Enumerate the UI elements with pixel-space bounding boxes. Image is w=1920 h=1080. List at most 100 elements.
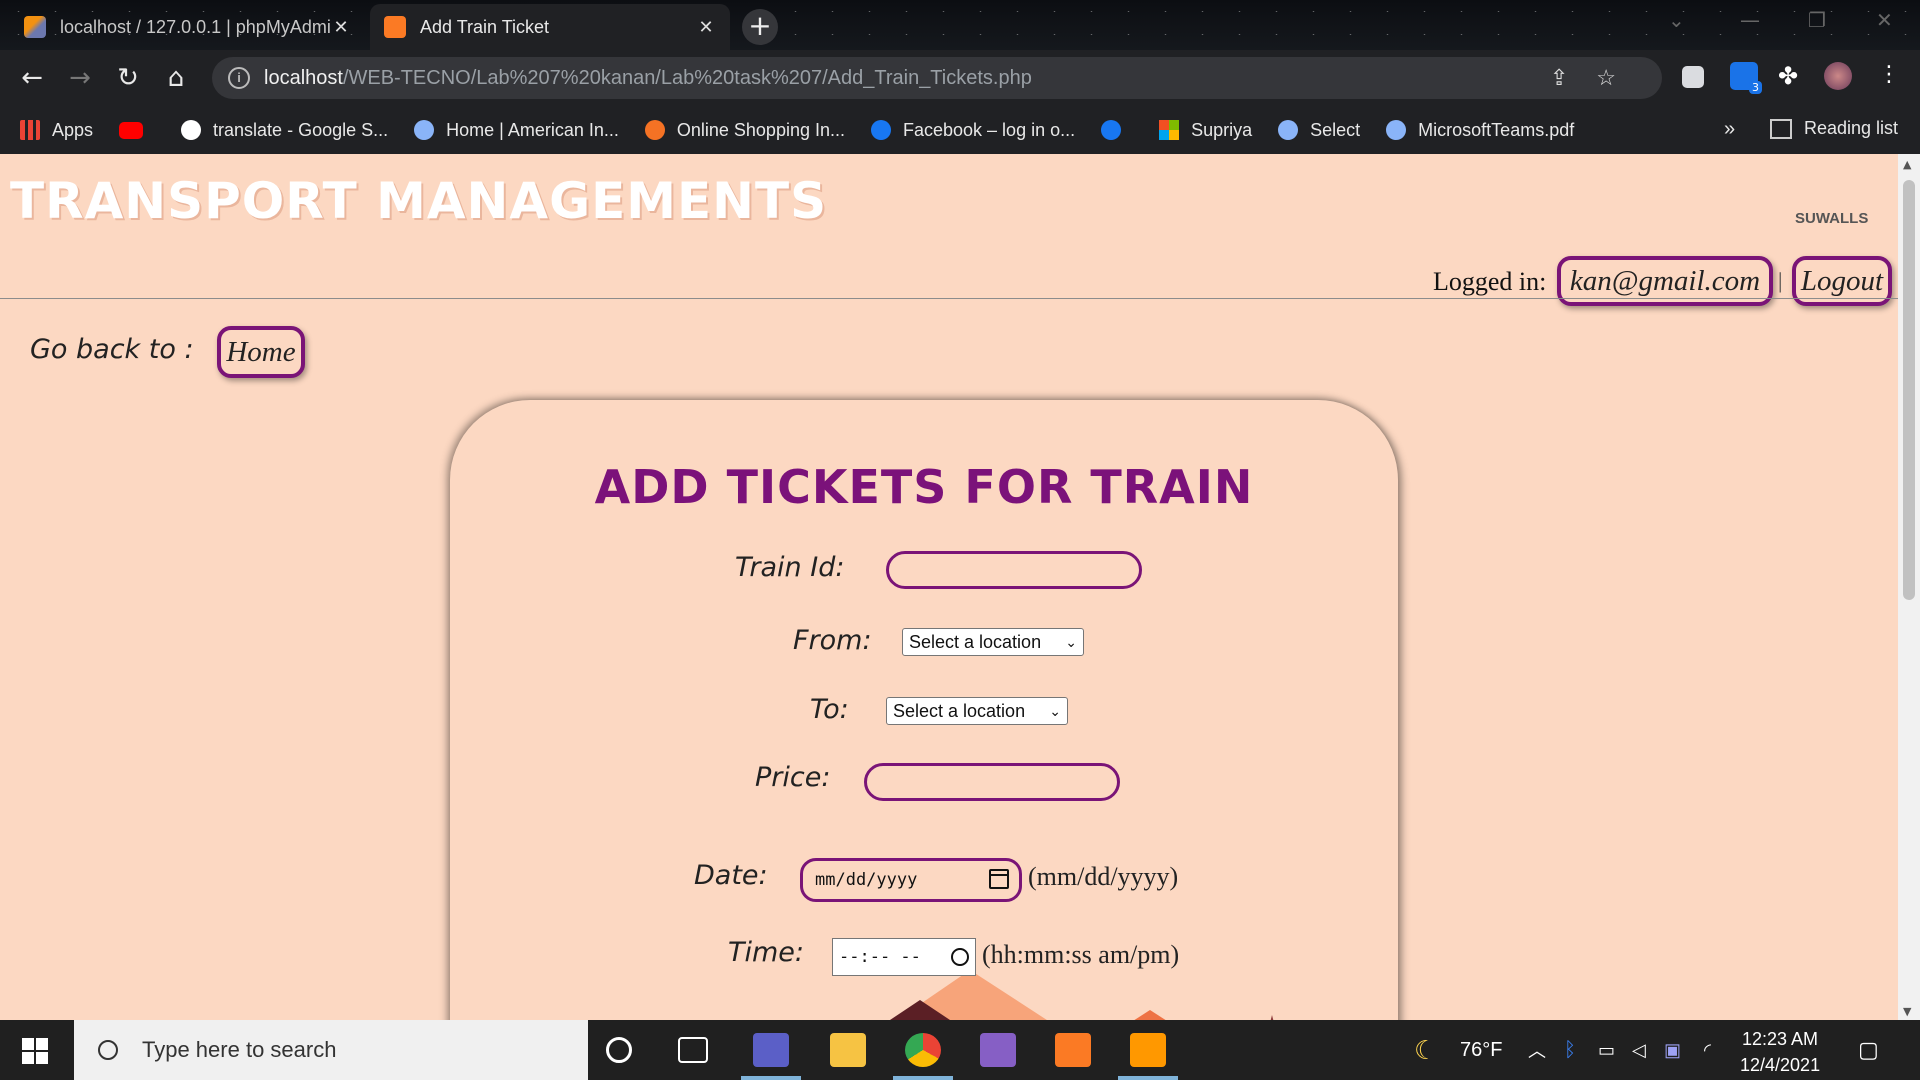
avatar[interactable] [1824, 62, 1852, 90]
chevron-up-icon[interactable]: ︿ [1528, 1020, 1546, 1080]
battery-icon[interactable]: ▭ [1598, 1020, 1615, 1080]
more-bookmarks-button[interactable]: » [1724, 118, 1735, 141]
url-host: localhost [264, 66, 343, 89]
reload-icon[interactable]: ↻ [110, 60, 146, 96]
youtube-icon [119, 121, 144, 139]
plus-icon: + [748, 9, 772, 42]
header-divider [0, 298, 1898, 299]
site-title: TRANSPORT MANAGEMENTS [10, 172, 828, 230]
chrome-running-indicator [893, 1076, 953, 1080]
reading-list-icon [1770, 118, 1792, 139]
new-tab-button[interactable]: + [742, 9, 778, 45]
bookmark-select[interactable]: Select [1278, 120, 1360, 141]
bookmark-facebook[interactable]: Facebook – log in o... [871, 120, 1075, 141]
windows-start-icon[interactable] [22, 1038, 48, 1064]
globe-icon [1278, 120, 1299, 140]
train-id-input[interactable] [886, 551, 1142, 589]
date-format-hint: (mm/dd/yyyy) [1028, 862, 1179, 891]
close-tab-icon[interactable]: ✕ [696, 17, 716, 38]
bookmark-supriya[interactable]: Supriya [1159, 120, 1252, 141]
file-explorer-icon[interactable] [830, 1033, 866, 1067]
sublime-text-icon[interactable] [1130, 1033, 1166, 1067]
from-select[interactable]: Select a location ⌄ [902, 628, 1084, 656]
tab-phpmyadmin[interactable]: localhost / 127.0.0.1 | phpMyAdmin ✕ [10, 4, 365, 50]
time-input[interactable]: --:-- -- [832, 938, 976, 976]
task-view-icon[interactable] [678, 1037, 708, 1063]
back-arrow-icon[interactable]: ← [14, 60, 50, 96]
bookmark-youtube[interactable] [119, 121, 155, 139]
teams-tray-icon[interactable]: ▣ [1664, 1020, 1681, 1080]
teams-running-indicator [741, 1076, 801, 1080]
calendar-icon[interactable] [989, 869, 1009, 889]
tab-add-train-ticket[interactable]: Add Train Ticket ✕ [370, 4, 730, 50]
bookmark-facebook-2[interactable] [1101, 120, 1133, 140]
chevron-down-icon: ⌄ [1065, 634, 1077, 650]
page-scrollbar[interactable]: ▲ ▼ [1898, 154, 1920, 1020]
to-select[interactable]: Select a location ⌄ [886, 697, 1068, 725]
windows-taskbar: Type here to search ☾ 76°F ︿ ᛒ ▭ ◁ ▣ ◜ 1… [0, 1020, 1920, 1080]
scroll-down-icon[interactable]: ▼ [1903, 1005, 1911, 1018]
bluetooth-icon[interactable]: ᛒ [1564, 1020, 1576, 1080]
extension-badge: 3 [1749, 81, 1762, 94]
restore-icon[interactable]: ❐ [1808, 8, 1826, 32]
extension-s-icon[interactable]: 3 [1730, 62, 1762, 94]
notification-icon[interactable]: ▢ [1858, 1020, 1879, 1080]
train-id-label: Train Id: [735, 552, 845, 583]
extension-square-icon[interactable] [1682, 66, 1704, 88]
bookmarks-bar: Apps translate - Google S... Home | Amer… [0, 106, 1920, 154]
close-tab-icon[interactable]: ✕ [331, 17, 351, 38]
close-window-icon[interactable]: ✕ [1876, 8, 1893, 32]
weather-moon-icon[interactable]: ☾ [1414, 1020, 1437, 1080]
menu-kebab-icon[interactable]: ⋮ [1878, 62, 1906, 90]
url-path: /WEB-TECNO/Lab%207%20kanan/Lab%20task%20… [342, 66, 1032, 89]
date-input[interactable]: mm/dd/yyyy [800, 858, 1022, 902]
price-input[interactable] [864, 763, 1120, 801]
bookmark-star-icon[interactable]: ☆ [1596, 65, 1644, 90]
forward-arrow-icon[interactable]: → [62, 60, 98, 96]
home-button[interactable]: Home [217, 326, 305, 378]
chevron-down-icon[interactable]: ⌄ [1668, 8, 1685, 32]
bookmark-shopping[interactable]: Online Shopping In... [644, 120, 845, 141]
page-viewport: TRANSPORT MANAGEMENTS SUWALLS Logged in:… [0, 154, 1898, 1020]
watermark-label: SUWALLS [1795, 210, 1869, 227]
site-info-icon[interactable]: i [228, 67, 250, 89]
bookmark-apps[interactable]: Apps [20, 120, 93, 141]
wifi-icon[interactable]: ◜ [1704, 1020, 1711, 1080]
taskbar-clock[interactable]: 12:23 AM 12/4/2021 [1740, 1026, 1820, 1078]
teams-icon[interactable] [753, 1033, 789, 1067]
apps-grid-icon [20, 120, 40, 140]
cortana-icon[interactable] [606, 1037, 632, 1063]
address-bar[interactable]: i localhost/WEB-TECNO/Lab%207%20kanan/La… [212, 57, 1662, 99]
logged-in-label: Logged in: [1433, 267, 1547, 296]
chevron-down-icon: ⌄ [1049, 703, 1061, 719]
xampp-icon[interactable] [1055, 1033, 1091, 1067]
tab-title: Add Train Ticket [420, 16, 550, 37]
weather-temperature[interactable]: 76°F [1460, 1020, 1502, 1080]
scroll-up-icon[interactable]: ▲ [1903, 158, 1911, 171]
globe-icon [414, 120, 435, 140]
bookmark-translate[interactable]: translate - Google S... [181, 120, 388, 141]
globe-icon [1386, 120, 1407, 140]
browser-toolbar: ← → ↻ ⌂ i localhost/WEB-TECNO/Lab%207%20… [0, 50, 1920, 106]
reading-list-button[interactable]: Reading list [1770, 118, 1898, 139]
share-icon[interactable]: ⇪ [1550, 65, 1596, 90]
volume-icon[interactable]: ◁ [1632, 1020, 1646, 1080]
bookmark-teams-pdf[interactable]: MicrosoftTeams.pdf [1386, 120, 1574, 141]
facebook-icon [871, 120, 891, 140]
search-icon [98, 1040, 118, 1060]
sublime-running-indicator [1118, 1076, 1178, 1080]
minimize-icon[interactable]: — [1740, 8, 1760, 32]
form-heading: ADD TICKETS FOR TRAIN [594, 460, 1254, 514]
bookmark-american[interactable]: Home | American In... [414, 120, 619, 141]
visual-studio-icon[interactable] [980, 1033, 1016, 1067]
taskbar-search-box[interactable]: Type here to search [74, 1020, 588, 1080]
home-icon[interactable]: ⌂ [158, 60, 194, 96]
microsoft-icon [1159, 120, 1180, 140]
clock-icon[interactable] [951, 948, 969, 966]
time-label: Time: [728, 937, 805, 968]
daraz-icon [644, 120, 665, 140]
date-label: Date: [694, 860, 768, 891]
puzzle-icon[interactable]: ✤ [1778, 62, 1806, 90]
chrome-icon[interactable] [905, 1033, 941, 1067]
scrollbar-thumb[interactable] [1903, 180, 1915, 600]
